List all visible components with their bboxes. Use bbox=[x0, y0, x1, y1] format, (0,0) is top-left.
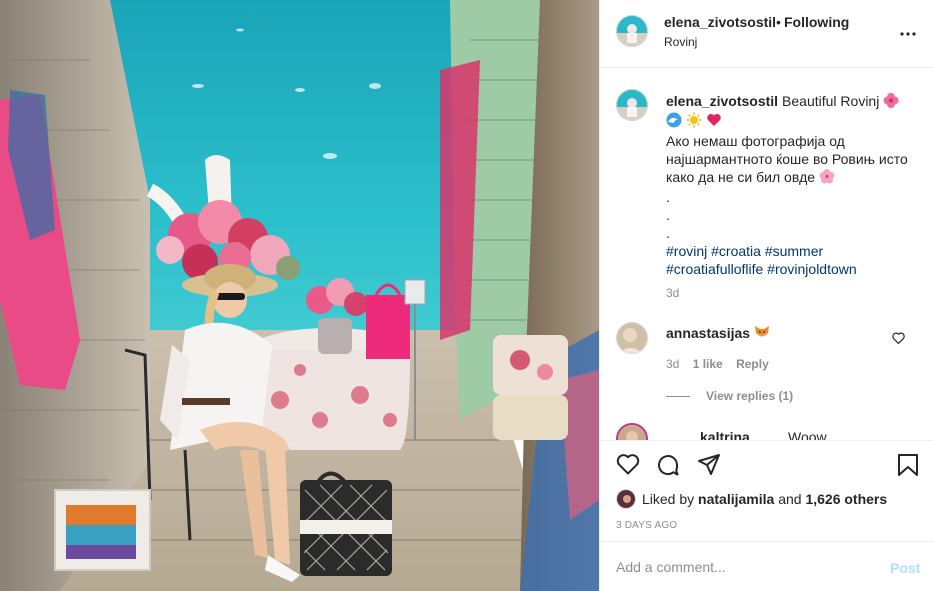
caption-dot-3: . bbox=[666, 225, 670, 241]
post-side-panel: elena_zivotsostil • Following Rovinj ele… bbox=[599, 0, 934, 591]
like-heart-icon[interactable] bbox=[616, 453, 640, 480]
post-image bbox=[0, 0, 599, 591]
caption-username[interactable]: elena_zivotsostil bbox=[666, 93, 778, 109]
author-username[interactable]: elena_zivotsostil bbox=[664, 14, 776, 30]
next-comment-text: Woow bbox=[788, 429, 827, 440]
caption-line1: Beautiful Rovinj bbox=[782, 93, 880, 109]
caption-line2: Ако немаш фотографија од најшармантното … bbox=[666, 133, 908, 185]
heart-emoji-icon bbox=[706, 112, 722, 132]
liked-by-prefix: Liked by bbox=[642, 491, 695, 507]
replies-divider bbox=[666, 396, 690, 398]
sun-emoji-icon bbox=[686, 112, 702, 132]
wave-emoji-icon bbox=[666, 112, 682, 132]
comment-timestamp[interactable]: 3d bbox=[666, 357, 679, 371]
reply-button[interactable]: Reply bbox=[736, 357, 769, 371]
share-paper-plane-icon[interactable] bbox=[697, 453, 721, 480]
likes-count[interactable]: 1,626 others bbox=[805, 491, 887, 507]
caption-text: elena_zivotsostil Beautiful Rovinj Ако не… bbox=[666, 92, 921, 278]
post-actions: Liked by natalijamila and 1,626 others 3… bbox=[600, 440, 934, 540]
caption-avatar[interactable] bbox=[616, 89, 648, 121]
add-comment-input[interactable] bbox=[616, 556, 866, 578]
caption-dot-2: . bbox=[666, 207, 670, 223]
view-replies-button[interactable]: View replies (1) bbox=[666, 389, 793, 403]
caption-timestamp[interactable]: 3d bbox=[666, 286, 679, 300]
like-comment-heart-icon[interactable] bbox=[892, 331, 905, 349]
commenter-username-text: annastasijas bbox=[666, 325, 751, 341]
location-link[interactable]: Rovinj bbox=[664, 35, 697, 49]
comment-bubble-icon[interactable] bbox=[656, 453, 680, 482]
liked-by: Liked by natalijamila and 1,626 others bbox=[616, 489, 887, 509]
save-bookmark-icon[interactable] bbox=[897, 453, 919, 482]
next-commenter-username[interactable]: kaltrina bbox=[700, 429, 750, 440]
commenter-username[interactable]: annastasijas bbox=[666, 324, 770, 343]
caption-dot-1: . bbox=[666, 189, 670, 205]
add-comment-bar: Post bbox=[600, 541, 934, 591]
fox-emoji-icon bbox=[754, 324, 770, 343]
following-button[interactable]: Following bbox=[784, 14, 849, 30]
header-separator: • bbox=[776, 14, 781, 30]
post-comment-button[interactable]: Post bbox=[890, 560, 920, 576]
hibiscus-emoji-icon bbox=[883, 92, 899, 112]
hashtags-line-2[interactable]: #croatiafulloflife #rovinjoldtown bbox=[666, 261, 857, 277]
post-photo[interactable] bbox=[0, 0, 599, 591]
comments-list[interactable]: elena_zivotsostil Beautiful Rovinj Ако не… bbox=[600, 69, 934, 440]
comment-meta: 3d 1 like Reply bbox=[666, 357, 779, 371]
view-replies-label: View replies (1) bbox=[706, 389, 794, 403]
liked-by-and: and bbox=[778, 491, 802, 507]
hashtags-line-1[interactable]: #rovinj #croatia #summer bbox=[666, 243, 823, 259]
liker-avatar[interactable] bbox=[616, 489, 636, 509]
author-avatar[interactable] bbox=[616, 15, 648, 47]
cherry-blossom-emoji-icon bbox=[819, 168, 835, 188]
more-options-icon[interactable] bbox=[900, 22, 916, 38]
post-header: elena_zivotsostil • Following Rovinj bbox=[600, 0, 934, 68]
next-commenter-avatar[interactable] bbox=[616, 423, 648, 440]
liked-by-user[interactable]: natalijamila bbox=[698, 491, 774, 507]
post-date[interactable]: 3 DAYS AGO bbox=[616, 520, 677, 531]
commenter-avatar[interactable] bbox=[616, 322, 648, 354]
comment-likes[interactable]: 1 like bbox=[693, 357, 723, 371]
